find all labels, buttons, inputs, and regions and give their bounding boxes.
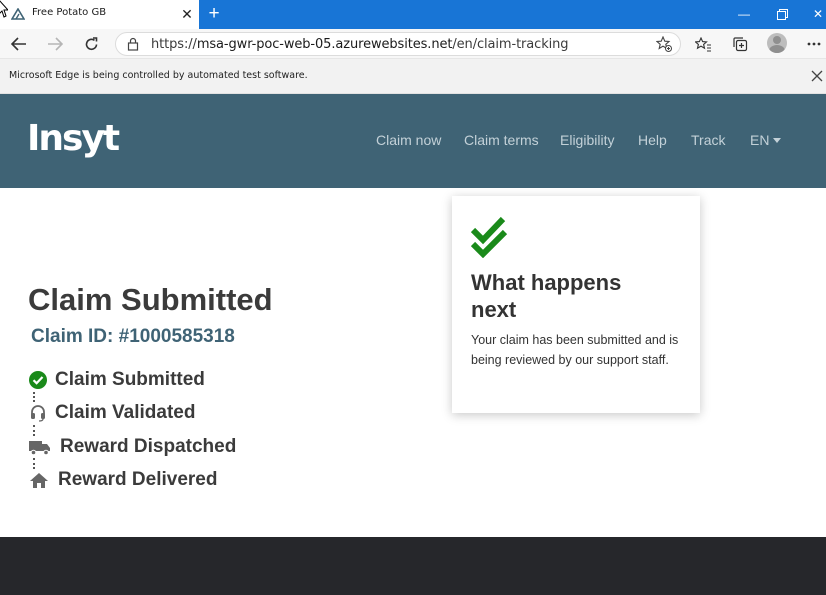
tracking-step-validated: Claim Validated xyxy=(28,401,195,425)
tab-title: Free Potato GB xyxy=(32,7,107,18)
url-prefix: https:// xyxy=(151,37,197,52)
site-footer xyxy=(0,537,826,595)
tracking-step-dispatched: Reward Dispatched xyxy=(28,435,236,459)
language-label: EN xyxy=(750,132,770,148)
site-logo[interactable]: Insyt xyxy=(27,118,120,159)
caret-down-icon xyxy=(773,138,782,143)
step-label: Claim Validated xyxy=(55,402,196,423)
next-steps-card: What happens next Your claim has been su… xyxy=(452,196,700,413)
language-dropdown[interactable]: EN xyxy=(750,132,782,148)
headset-icon xyxy=(28,403,48,423)
tracking-step-delivered: Reward Delivered xyxy=(28,468,217,492)
nav-help[interactable]: Help xyxy=(638,132,667,148)
step-label: Reward Dispatched xyxy=(60,436,237,457)
add-favorite-icon[interactable] xyxy=(656,36,672,52)
nav-claim-now[interactable]: Claim now xyxy=(376,132,441,148)
minimize-icon[interactable]: — xyxy=(734,5,754,23)
page-title: Claim Submitted xyxy=(28,282,273,317)
check-circle-icon xyxy=(28,370,48,390)
browser-titlebar: Free Potato GB ✕ + — ✕ xyxy=(0,0,826,29)
card-title: What happens next xyxy=(471,270,622,322)
home-icon xyxy=(28,470,50,490)
automation-infobar: Microsoft Edge is being controlled by au… xyxy=(0,59,826,94)
double-check-icon xyxy=(471,216,508,258)
restore-icon[interactable] xyxy=(772,5,792,23)
lock-icon xyxy=(127,37,139,51)
tracking-step-submitted: Claim Submitted xyxy=(28,368,205,392)
site-header: Insyt Claim now Claim terms Eligibility … xyxy=(0,94,826,188)
forward-icon[interactable] xyxy=(44,33,66,55)
collections-icon[interactable] xyxy=(729,33,751,55)
truck-icon xyxy=(28,437,52,457)
refresh-icon[interactable] xyxy=(80,33,102,55)
close-window-icon[interactable]: ✕ xyxy=(808,5,826,23)
mouse-cursor-icon xyxy=(0,0,8,18)
address-bar[interactable]: https://msa-gwr-poc-web-05.azurewebsites… xyxy=(115,32,681,56)
card-text: Your claim has been submitted and is bei… xyxy=(471,333,679,367)
back-icon[interactable] xyxy=(8,33,30,55)
step-label: Reward Delivered xyxy=(58,469,218,490)
site-favicon-icon xyxy=(11,8,25,20)
infobar-close-icon[interactable] xyxy=(810,69,824,83)
profile-avatar[interactable] xyxy=(767,33,787,53)
nav-claim-terms[interactable]: Claim terms xyxy=(464,132,539,148)
infobar-text: Microsoft Edge is being controlled by au… xyxy=(9,70,308,81)
browser-toolbar: https://msa-gwr-poc-web-05.azurewebsites… xyxy=(0,29,826,59)
url-host: msa-gwr-poc-web-05.azurewebsites.net xyxy=(196,37,453,52)
nav-eligibility[interactable]: Eligibility xyxy=(560,132,614,148)
url-path: /en/claim-tracking xyxy=(452,37,569,52)
main-content: Claim Submitted Claim ID: #1000585318 Cl… xyxy=(0,188,826,537)
more-menu-icon[interactable] xyxy=(803,33,825,55)
tab-close-icon[interactable]: ✕ xyxy=(180,6,194,22)
step-label: Claim Submitted xyxy=(55,369,205,390)
nav-track[interactable]: Track xyxy=(691,132,725,148)
new-tab-button[interactable]: + xyxy=(204,4,224,24)
claim-id: Claim ID: #1000585318 xyxy=(31,326,235,347)
browser-tab[interactable]: Free Potato GB ✕ xyxy=(0,0,199,29)
favorites-icon[interactable] xyxy=(692,33,714,55)
url-text: https://msa-gwr-poc-web-05.azurewebsites… xyxy=(151,37,569,52)
